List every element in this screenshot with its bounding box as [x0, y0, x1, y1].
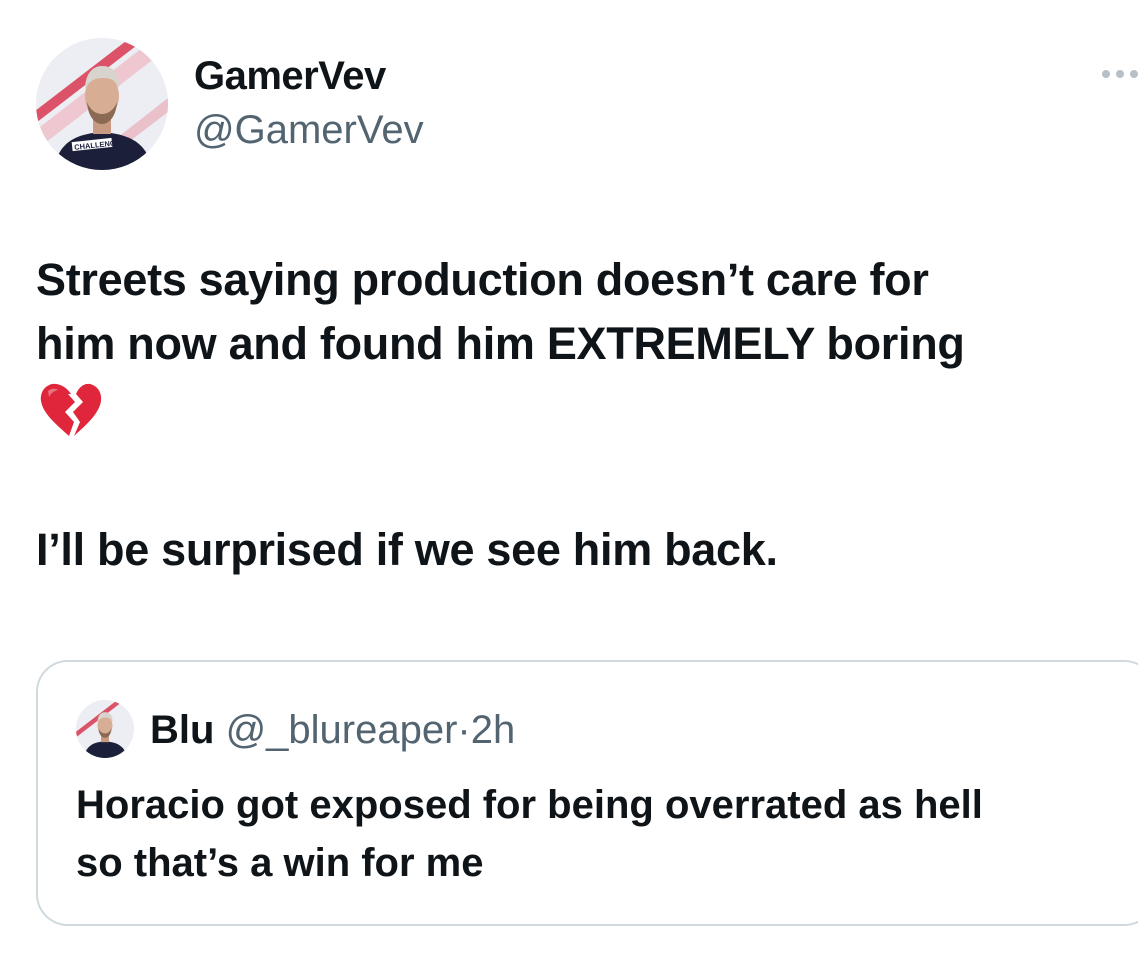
- quoted-tweet[interactable]: Blu @_blureaper·2h Horacio got exposed f…: [36, 660, 1138, 926]
- tweet-line: him now and found him EXTREMELY boring: [36, 318, 965, 369]
- quote-text: Horacio got exposed for being overrated …: [76, 776, 1116, 892]
- quote-timestamp[interactable]: 2h: [471, 708, 516, 752]
- broken-heart-icon: [40, 383, 102, 436]
- tweet-line: I’ll be surprised if we see him back.: [36, 524, 778, 575]
- avatar-photo: CHALLENGE: [36, 38, 168, 170]
- more-horizontal-icon: [1102, 70, 1138, 78]
- quote-display-name[interactable]: Blu: [150, 708, 214, 752]
- quote-header: Blu @_blureaper·2h: [150, 706, 515, 754]
- quote-author-avatar[interactable]: [76, 700, 134, 758]
- tweet-text: Streets saying production doesn’t care f…: [36, 248, 1126, 582]
- quote-line: Horacio got exposed for being overrated …: [76, 783, 983, 827]
- quote-line: so that’s a win for me: [76, 841, 484, 885]
- quote-separator: ·: [457, 708, 471, 752]
- author-display-name[interactable]: GamerVev: [194, 52, 386, 100]
- quote-handle[interactable]: @_blureaper: [226, 708, 458, 752]
- author-avatar[interactable]: CHALLENGE: [36, 38, 168, 170]
- avatar-photo: [76, 700, 134, 758]
- author-handle[interactable]: @GamerVev: [194, 106, 424, 154]
- tweet-line: Streets saying production doesn’t care f…: [36, 254, 929, 305]
- more-options-button[interactable]: [1090, 58, 1138, 90]
